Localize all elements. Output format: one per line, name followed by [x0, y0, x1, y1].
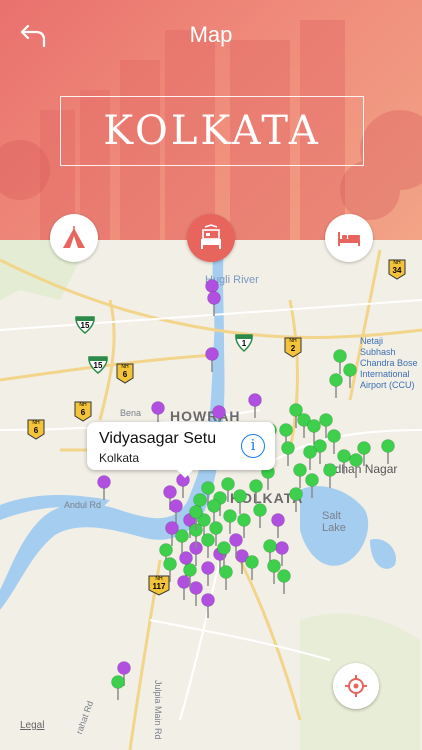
category-stays-button[interactable] [325, 214, 373, 262]
bed-icon [338, 232, 360, 246]
green-map-pin[interactable] [233, 489, 247, 515]
hotel-bed-icon [201, 224, 221, 249]
green-map-pin[interactable] [289, 487, 303, 513]
category-attractions-button[interactable] [50, 214, 98, 262]
purple-map-pin[interactable] [271, 513, 285, 539]
green-map-pin[interactable] [201, 533, 215, 559]
category-hotels-button[interactable] [187, 214, 235, 262]
crosshair-icon [345, 675, 367, 697]
purple-map-pin[interactable] [97, 475, 111, 501]
green-map-pin[interactable] [223, 509, 237, 535]
purple-map-pin[interactable] [205, 347, 219, 373]
green-map-pin[interactable] [111, 675, 125, 701]
purple-map-pin[interactable] [177, 575, 191, 601]
purple-map-pin[interactable] [201, 561, 215, 587]
green-map-pin[interactable] [323, 463, 337, 489]
green-map-pin[interactable] [337, 449, 351, 475]
top-bar: Map [0, 14, 422, 54]
green-map-pin[interactable] [249, 479, 263, 505]
green-map-pin[interactable] [329, 373, 343, 399]
purple-map-pin[interactable] [248, 393, 262, 419]
green-map-pin[interactable] [343, 363, 357, 389]
green-map-pin[interactable] [281, 441, 295, 467]
green-map-pin[interactable] [293, 463, 307, 489]
green-map-pin[interactable] [327, 429, 341, 455]
city-name: KOLKATA [103, 108, 321, 154]
page-title: Map [189, 22, 233, 47]
green-map-pin[interactable] [253, 503, 267, 529]
city-title-box: KOLKATA [60, 96, 364, 166]
green-map-pin[interactable] [381, 439, 395, 465]
header: Map KOLKATA [0, 0, 422, 240]
purple-map-pin[interactable] [189, 581, 203, 607]
green-map-pin[interactable] [219, 565, 233, 591]
tent-icon [63, 226, 85, 248]
purple-map-pin[interactable] [207, 291, 221, 317]
callout-title: Vidyasagar Setu [99, 430, 217, 447]
green-map-pin[interactable] [175, 529, 189, 555]
green-map-pin[interactable] [267, 559, 281, 585]
purple-map-pin[interactable] [169, 499, 183, 525]
purple-map-pin[interactable] [201, 593, 215, 619]
green-map-pin[interactable] [349, 453, 363, 479]
callout-subtitle: Kolkata [99, 451, 140, 465]
green-map-pin[interactable] [245, 555, 259, 581]
locate-me-button[interactable] [333, 663, 379, 709]
place-callout[interactable]: Vidyasagar Setu Kolkata i [87, 422, 275, 478]
green-map-pin[interactable] [305, 473, 319, 499]
green-map-pin[interactable] [277, 569, 291, 595]
green-map-pin[interactable] [163, 557, 177, 583]
info-button[interactable]: i [241, 434, 265, 458]
legal-link[interactable]: Legal [20, 720, 44, 731]
